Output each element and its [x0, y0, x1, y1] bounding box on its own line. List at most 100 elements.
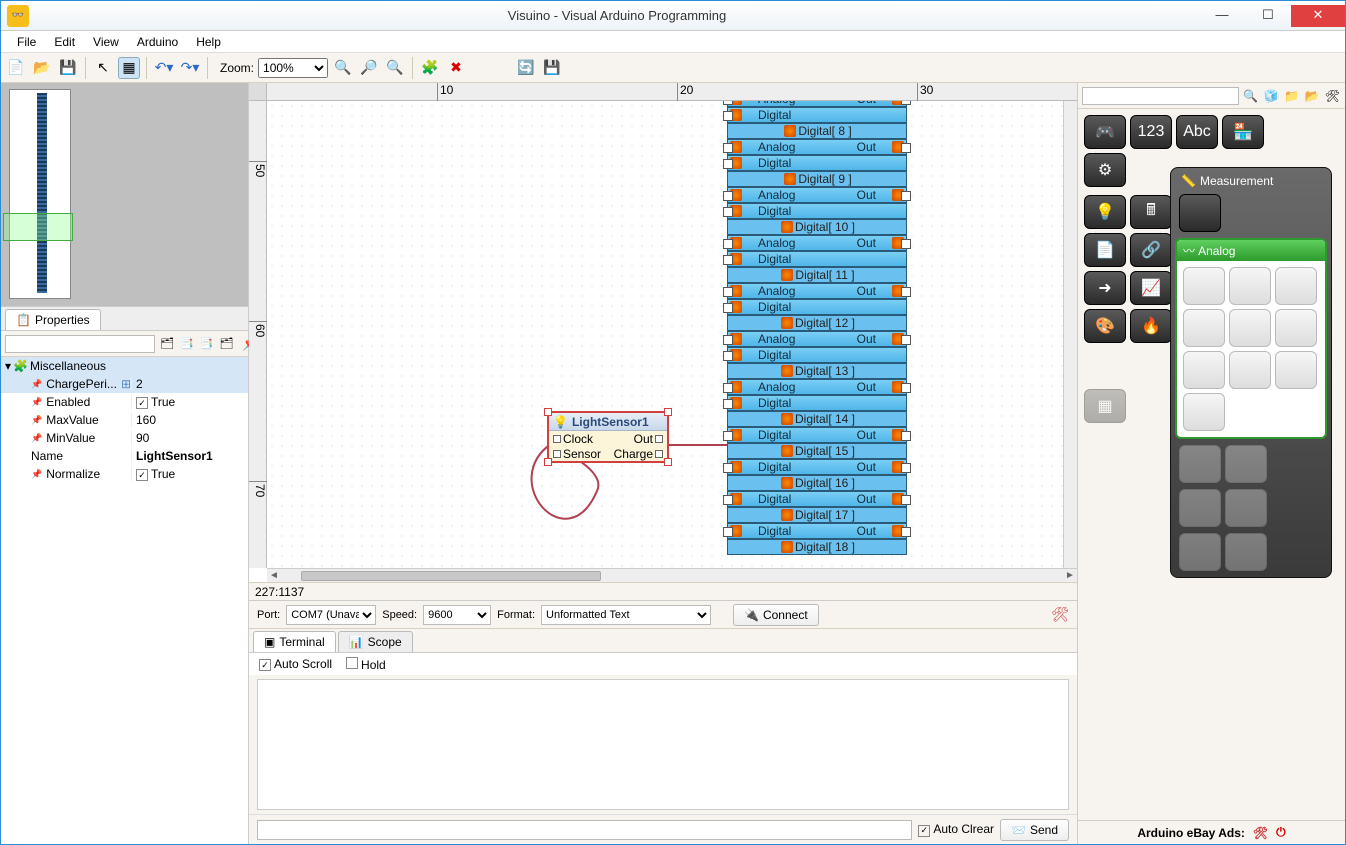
selection-handle[interactable] [544, 408, 552, 416]
pin-connector[interactable] [901, 495, 911, 505]
pin-dot[interactable] [553, 450, 561, 458]
serial-settings-icon[interactable]: 🛠 [1051, 606, 1069, 623]
canvas-grid[interactable]: 💡 LightSensor1 ClockOutSensorCharge Anal… [267, 101, 1063, 568]
tool-component[interactable]: 🧩 [419, 57, 441, 79]
component-pin-row[interactable]: ClockOut [549, 431, 667, 446]
open-button[interactable]: 📂 [31, 57, 53, 79]
pin-dot[interactable] [655, 435, 663, 443]
terminal-output[interactable] [257, 679, 1069, 810]
palette-item[interactable] [1229, 309, 1271, 347]
search-icon[interactable]: 🔍 [1242, 85, 1259, 107]
pin-connector[interactable] [723, 527, 733, 537]
tool-grid[interactable]: ▦ [118, 57, 140, 79]
pin-connector[interactable] [901, 239, 911, 249]
prop-sort-icon[interactable]: 🗂 [218, 333, 234, 355]
pin-connector[interactable] [723, 335, 733, 345]
board-row[interactable]: Digital[ 14 ] [727, 411, 907, 427]
pin-connector[interactable] [723, 191, 733, 201]
tab-terminal[interactable]: ▣ Terminal [253, 631, 336, 652]
component-lightsensor1[interactable]: 💡 LightSensor1 ClockOutSensorCharge [547, 411, 669, 463]
upload-button[interactable]: 🔄 [515, 57, 537, 79]
canvas-scroll-horizontal[interactable]: ◄ ► [267, 568, 1077, 582]
board-row[interactable]: Digital [727, 251, 907, 267]
board-row[interactable]: Digital [727, 203, 907, 219]
pin-connector[interactable] [723, 255, 733, 265]
port-select[interactable]: COM7 (Unava [286, 605, 376, 625]
palette-item[interactable] [1183, 393, 1225, 431]
property-row-maxvalue[interactable]: 📌MaxValue160 [1, 411, 248, 429]
tree-collapse-icon[interactable]: ▾ [5, 359, 11, 373]
selection-handle[interactable] [544, 458, 552, 466]
connect-button[interactable]: 🔌 Connect [733, 604, 819, 626]
ads-settings-icon[interactable]: 🛠 [1253, 826, 1268, 840]
board-row[interactable]: DigitalOut [727, 427, 907, 443]
pin-connector[interactable] [723, 207, 733, 217]
format-select[interactable]: Unformatted Text [541, 605, 711, 625]
canvas[interactable]: 10203040 506070 [249, 83, 1077, 582]
board-row[interactable]: AnalogOut [727, 331, 907, 347]
palette-category[interactable]: 🖩 [1130, 195, 1172, 229]
auto-clear-checkbox[interactable]: ✓Auto Clrear [918, 822, 994, 837]
pin-connector[interactable] [901, 527, 911, 537]
palette-category[interactable]: 📄 [1084, 233, 1126, 267]
pin-connector[interactable] [901, 335, 911, 345]
palette-item-measurement[interactable] [1179, 194, 1221, 232]
board-row[interactable]: Digital [727, 395, 907, 411]
prop-categorize-icon[interactable]: 🗂 [159, 333, 175, 355]
zoom-in-button[interactable]: 🔍 [332, 57, 354, 79]
palette-category[interactable]: 🔗 [1130, 233, 1172, 267]
checkbox-icon[interactable]: ✓ [136, 469, 148, 481]
pin-connector[interactable] [723, 101, 733, 105]
board-row[interactable]: Digital[ 13 ] [727, 363, 907, 379]
component-pin-row[interactable]: SensorCharge [549, 446, 667, 461]
tab-scope[interactable]: 📊 Scope [338, 631, 413, 652]
palette-config-icon[interactable]: 🧊 [1262, 85, 1279, 107]
prop-expand-icon[interactable]: 📑 [179, 333, 195, 355]
palette-category[interactable]: 🔥 [1130, 309, 1172, 343]
palette-tools-icon[interactable]: 🛠 [1324, 85, 1341, 107]
menu-file[interactable]: File [9, 33, 44, 51]
board-row[interactable]: Digital[ 8 ] [727, 123, 907, 139]
palette-search-input[interactable] [1082, 87, 1239, 105]
palette-item[interactable] [1183, 267, 1225, 305]
menu-help[interactable]: Help [188, 33, 229, 51]
pin-connector[interactable] [723, 495, 733, 505]
zoom-select[interactable]: 100% [258, 58, 328, 78]
palette-category[interactable]: ➜ [1084, 271, 1126, 305]
board-row[interactable]: Digital[ 10 ] [727, 219, 907, 235]
prop-collapse-icon[interactable]: 📑 [199, 333, 215, 355]
minimize-button[interactable]: — [1199, 5, 1245, 27]
zoom-out-button[interactable]: 🔎 [358, 57, 380, 79]
pin-connector[interactable] [723, 239, 733, 249]
palette-folder-icon[interactable]: 📁 [1283, 85, 1300, 107]
pin-connector[interactable] [901, 431, 911, 441]
menu-edit[interactable]: Edit [46, 33, 83, 51]
component-header[interactable]: 💡 LightSensor1 [549, 413, 667, 431]
board-row[interactable]: AnalogOut [727, 283, 907, 299]
board-row[interactable]: AnalogOut [727, 139, 907, 155]
undo-button[interactable]: ↶▾ [153, 57, 175, 79]
palette-category[interactable]: 🎨 [1084, 309, 1126, 343]
pin-connector[interactable] [723, 431, 733, 441]
minimap[interactable] [1, 83, 248, 307]
property-row-name[interactable]: NameLightSensor1 [1, 447, 248, 465]
speed-select[interactable]: 9600 [423, 605, 491, 625]
expand-icon[interactable]: ⊞ [121, 377, 131, 391]
palette-item[interactable] [1229, 267, 1271, 305]
board-row[interactable]: Digital [727, 107, 907, 123]
board-row[interactable]: Digital [727, 155, 907, 171]
palette-category[interactable]: 💡 [1084, 195, 1126, 229]
pin-connector[interactable] [901, 191, 911, 201]
board-row[interactable]: Digital [727, 347, 907, 363]
board-row[interactable]: Digital[ 9 ] [727, 171, 907, 187]
serial-input[interactable] [257, 820, 912, 840]
board-row[interactable]: AnalogOut [727, 235, 907, 251]
property-row-chargeperi[interactable]: 📌ChargePeri...⊞2 [1, 375, 248, 393]
board-row[interactable]: Digital[ 11 ] [727, 267, 907, 283]
ads-power-icon[interactable]: ⏻ [1276, 825, 1286, 840]
palette-item[interactable] [1275, 309, 1317, 347]
board-row[interactable]: Digital[ 12 ] [727, 315, 907, 331]
pin-connector[interactable] [723, 287, 733, 297]
pin-connector[interactable] [723, 383, 733, 393]
pin-connector[interactable] [901, 143, 911, 153]
